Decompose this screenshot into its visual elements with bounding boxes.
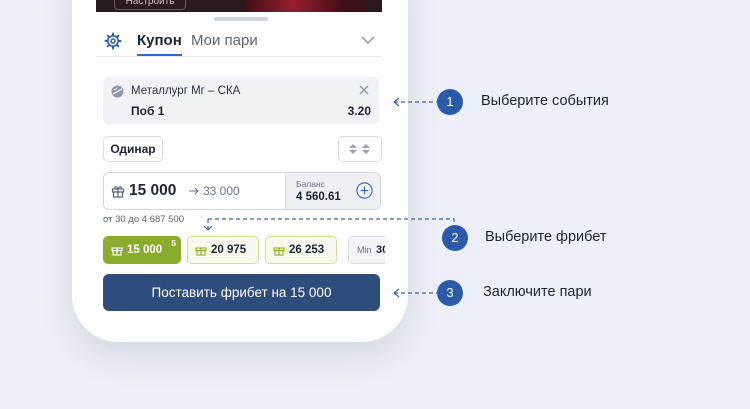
step-label: Выберите фрибет: [485, 229, 607, 245]
callout-connectors: [203, 97, 455, 298]
step-label: Заключите пари: [483, 284, 592, 300]
step-number-badge: 1: [437, 89, 463, 115]
step-number-badge: 3: [437, 280, 463, 306]
step-label: Выберите события: [481, 93, 609, 109]
step-number-badge: 2: [442, 225, 468, 251]
